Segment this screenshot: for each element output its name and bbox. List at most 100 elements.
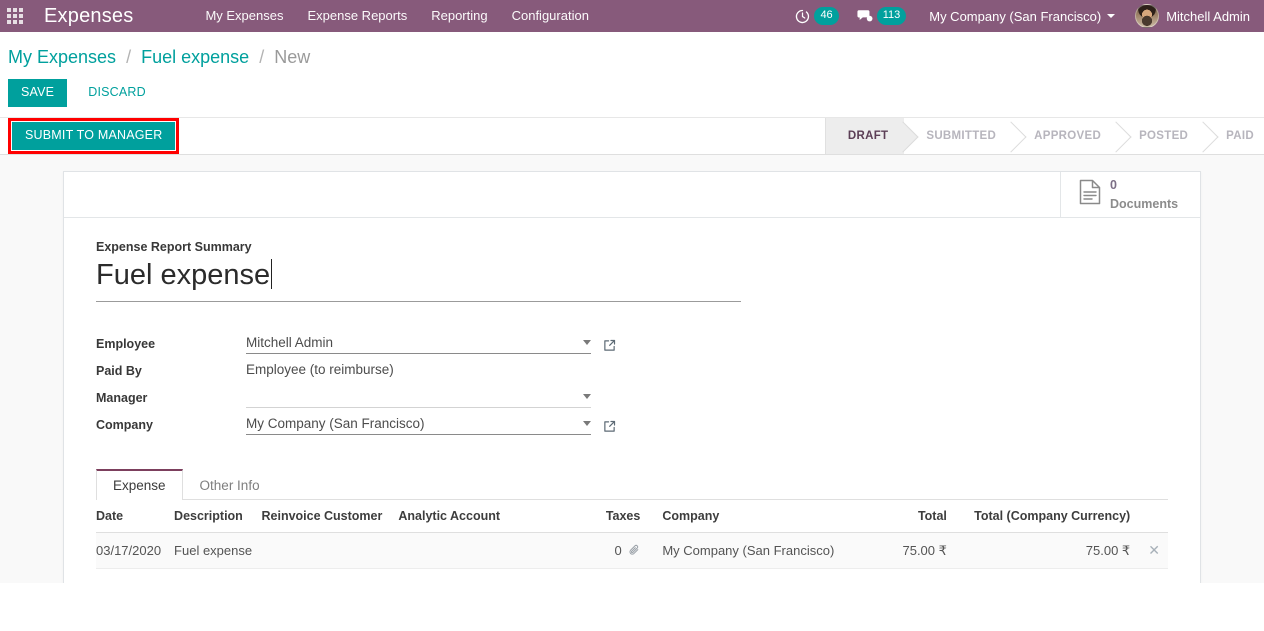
chat-bubble-icon — [857, 9, 873, 23]
column-header-date[interactable]: Date — [96, 500, 175, 533]
field-row-manager: Manager — [96, 381, 1168, 408]
cell-taxes[interactable]: 0 — [594, 532, 651, 569]
company-internal-link-icon[interactable] — [603, 420, 616, 435]
column-header-actions — [1140, 500, 1168, 533]
tab-other-info-label: Other Info — [199, 478, 260, 493]
control-panel-buttons: SAVE DISCARD — [0, 70, 1264, 117]
cell-delete[interactable]: ✕ — [1140, 532, 1168, 569]
tab-expense[interactable]: Expense — [96, 469, 183, 500]
field-row-paid-by: Paid By Employee (to reimburse) — [96, 354, 1168, 381]
employee-field[interactable]: Mitchell Admin — [246, 335, 591, 354]
company-field[interactable]: My Company (San Francisco) — [246, 416, 591, 435]
cell-total-company-currency[interactable]: 75.00 ₹ — [956, 532, 1141, 569]
paid-by-field[interactable]: Employee (to reimburse) — [246, 362, 591, 381]
documents-stat-button[interactable]: 0 Documents — [1060, 172, 1200, 217]
cell-date[interactable]: 03/17/2020 — [96, 532, 175, 569]
documents-stat-text: 0 Documents — [1110, 176, 1178, 213]
manager-field[interactable] — [246, 394, 591, 408]
form-fields: Employee Mitchell Admin Paid By Employee… — [96, 327, 1168, 435]
user-menu-label: Mitchell Admin — [1166, 8, 1250, 24]
employee-internal-link-icon[interactable] — [603, 339, 616, 354]
message-count-badge: 113 — [876, 7, 907, 25]
status-pipeline: DRAFT SUBMITTED APPROVED POSTED PAID — [824, 118, 1264, 154]
column-header-taxes[interactable]: Taxes — [594, 500, 651, 533]
stage-draft-label: DRAFT — [847, 130, 889, 142]
stage-paid-label: PAID — [1226, 130, 1254, 142]
breadcrumb-item-my-expenses[interactable]: My Expenses — [8, 47, 116, 67]
company-value: My Company (San Francisco) — [246, 416, 425, 431]
statusbar: SUBMIT TO MANAGER DRAFT SUBMITTED APPROV… — [0, 117, 1264, 155]
close-x-icon[interactable]: ✕ — [1140, 542, 1160, 558]
column-header-company[interactable]: Company — [650, 500, 885, 533]
chevron-down-icon[interactable] — [583, 421, 591, 426]
expense-lines-body: 03/17/2020 Fuel expense 0 My Company (Sa… — [96, 532, 1168, 583]
expense-report-summary-input[interactable]: Fuel expense — [96, 256, 741, 302]
column-header-analytic-account[interactable]: Analytic Account — [398, 500, 595, 533]
breadcrumb-separator-2: / — [259, 47, 265, 67]
stage-approved[interactable]: APPROVED — [1012, 118, 1118, 154]
discard-button[interactable]: DISCARD — [75, 79, 159, 107]
stage-approved-label: APPROVED — [1034, 130, 1102, 142]
cell-company[interactable]: My Company (San Francisco) — [650, 532, 885, 569]
stage-posted-label: POSTED — [1139, 130, 1189, 142]
company-switcher[interactable]: My Company (San Francisco) — [915, 9, 1123, 24]
column-header-total-company-currency[interactable]: Total (Company Currency) — [956, 500, 1141, 533]
add-a-line-button[interactable]: Add a line — [96, 578, 154, 583]
documents-stat-value: 0 — [1110, 178, 1117, 193]
stat-button-box: 0 Documents — [64, 172, 1200, 218]
navbar-right-tools: 46 113 My Company (San Francisco) Mitche… — [786, 0, 1264, 32]
chevron-down-icon — [1107, 14, 1116, 18]
paid-by-label: Paid By — [96, 364, 142, 378]
menu-item-configuration[interactable]: Configuration — [500, 0, 601, 32]
menu-item-expense-reports[interactable]: Expense Reports — [295, 0, 419, 32]
cell-total[interactable]: 75.00 ₹ — [884, 532, 957, 569]
column-header-total[interactable]: Total — [884, 500, 957, 533]
expense-lines-head: Date Description Reinvoice Customer Anal… — [96, 500, 1168, 533]
stage-draft[interactable]: DRAFT — [825, 118, 905, 154]
chevron-down-icon[interactable] — [583, 394, 591, 399]
apps-grid-icon[interactable] — [0, 0, 30, 32]
tab-other-info[interactable]: Other Info — [183, 469, 277, 500]
manager-label: Manager — [96, 391, 148, 405]
form-sheet: 0 Documents Expense Report Summary Fuel … — [63, 171, 1201, 583]
document-icon — [1079, 179, 1101, 210]
employee-label: Employee — [96, 337, 156, 351]
top-navbar: Expenses My Expenses Expense Reports Rep… — [0, 0, 1264, 32]
chevron-down-icon[interactable] — [583, 340, 591, 345]
notebook: Expense Other Info Date Description Rein… — [96, 469, 1168, 583]
messaging-menu-button[interactable]: 113 — [848, 0, 916, 32]
documents-stat-label: Documents — [1110, 196, 1179, 211]
menu-item-my-expenses[interactable]: My Expenses — [193, 0, 295, 32]
content-area: 0 Documents Expense Report Summary Fuel … — [0, 155, 1264, 583]
expense-lines-list: Date Description Reinvoice Customer Anal… — [96, 500, 1168, 583]
expense-report-summary-field[interactable]: Fuel expense — [96, 256, 741, 302]
column-header-description[interactable]: Description — [174, 500, 262, 533]
paperclip-icon[interactable] — [625, 543, 640, 558]
stage-submitted-label: SUBMITTED — [926, 130, 997, 142]
cell-taxes-value: 0 — [614, 543, 622, 558]
control-panel: My Expenses / Fuel expense / New SAVE DI… — [0, 32, 1264, 117]
stage-submitted[interactable]: SUBMITTED — [904, 118, 1013, 154]
add-line-row: Add a line — [96, 568, 1168, 583]
cell-reinvoice-customer[interactable] — [261, 532, 399, 569]
add-line-cell: Add a line — [96, 568, 1168, 583]
company-switcher-label: My Company (San Francisco) — [929, 8, 1102, 24]
cell-analytic-account[interactable] — [398, 532, 595, 569]
avatar — [1135, 4, 1160, 28]
field-row-employee: Employee Mitchell Admin — [96, 327, 1168, 354]
activity-menu-button[interactable]: 46 — [786, 0, 847, 32]
apps-grid-glyph — [7, 8, 23, 24]
submit-to-manager-button[interactable]: SUBMIT TO MANAGER — [12, 122, 176, 150]
cell-description[interactable]: Fuel expense — [174, 532, 262, 569]
breadcrumb-item-fuel-expense[interactable]: Fuel expense — [141, 47, 249, 67]
expense-report-summary-label: Expense Report Summary — [96, 240, 252, 254]
table-row[interactable]: 03/17/2020 Fuel expense 0 My Company (Sa… — [96, 532, 1168, 569]
company-label: Company — [96, 418, 153, 432]
breadcrumb-item-current: New — [274, 47, 311, 67]
save-button[interactable]: SAVE — [8, 79, 68, 107]
app-brand-title[interactable]: Expenses — [30, 5, 145, 28]
breadcrumb: My Expenses / Fuel expense / New — [0, 32, 1264, 70]
user-menu[interactable]: Mitchell Admin — [1123, 4, 1258, 28]
column-header-reinvoice-customer[interactable]: Reinvoice Customer — [261, 500, 399, 533]
menu-item-reporting[interactable]: Reporting — [419, 0, 499, 32]
